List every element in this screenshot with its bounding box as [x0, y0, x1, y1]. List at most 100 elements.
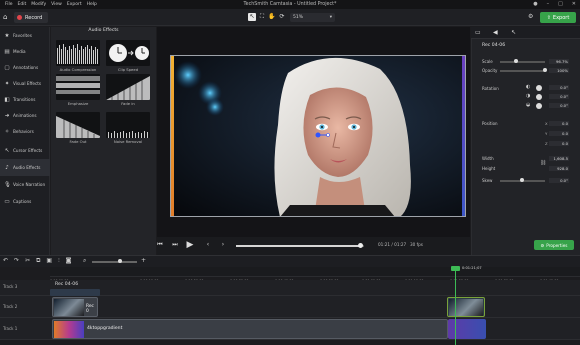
paste-icon[interactable]: ▣ [46, 257, 52, 265]
select-tool-icon[interactable]: ↖ [248, 13, 256, 21]
selected-clip[interactable] [447, 297, 485, 317]
timeline-zoom-slider[interactable] [92, 261, 137, 263]
effect-thumb-emphasize[interactable] [56, 74, 100, 100]
opacity-slider[interactable] [500, 70, 545, 72]
play-icon[interactable]: ▶ [186, 241, 194, 250]
scrub-handle[interactable] [357, 243, 363, 248]
sidebar-item-favorites[interactable]: ★ Favorites [0, 27, 50, 44]
cut-icon[interactable]: ✂ [25, 257, 30, 265]
timeline-zoom-handle[interactable] [118, 259, 122, 263]
skew-value[interactable]: 0.0° [549, 178, 569, 183]
position-x-value[interactable]: 0.0 [549, 121, 569, 126]
properties-button[interactable]: ⚙ Properties [534, 240, 574, 250]
step-forward-icon[interactable]: ⏭ [171, 241, 179, 249]
rotation-z-value[interactable]: 0.0° [549, 85, 569, 90]
minimize-icon[interactable]: – [547, 1, 550, 7]
link-icon[interactable]: ⛓ [540, 160, 546, 166]
split-icon[interactable]: ⫶ [58, 257, 60, 265]
opacity-value[interactable]: 100% [549, 68, 569, 73]
crop-tool-icon[interactable]: ⛶ [258, 13, 266, 21]
sidebar-item-captions[interactable]: ▭ Captions [0, 193, 50, 210]
zoom-value: 51% [293, 15, 304, 20]
rotate-tool-icon[interactable]: ⟳ [278, 13, 286, 21]
visual-properties-tab-icon[interactable]: ▭ [475, 29, 481, 36]
home-icon[interactable]: ⌂ [3, 13, 7, 21]
window-title: TechSmith Camtasia - Untitled Project* [243, 2, 337, 7]
clip-group-bar[interactable] [50, 289, 100, 296]
copy-icon[interactable]: ⧉ [36, 257, 40, 265]
playhead-line[interactable] [455, 268, 456, 345]
record-dot-icon [17, 15, 22, 20]
record-button[interactable]: Record [14, 12, 48, 23]
position-y-value[interactable]: 0.0 [549, 131, 569, 136]
track-label: Track 1 [3, 326, 18, 331]
skew-slider-handle[interactable] [520, 178, 524, 182]
step-back-icon[interactable]: ⏮ [156, 241, 164, 249]
close-icon[interactable]: ✕ [572, 1, 576, 7]
sidebar-item-transitions[interactable]: ◧ Transitions [0, 91, 50, 108]
scale-slider[interactable] [500, 61, 545, 63]
maximize-icon[interactable]: □ [558, 1, 563, 7]
export-icon: ⇪ [546, 14, 551, 21]
panel-title: Audio Effects [88, 28, 119, 33]
sidebar-item-cursor-effects[interactable]: ↖ Cursor Effects [0, 142, 50, 159]
settings-icon[interactable]: ⚙ [528, 13, 533, 20]
opacity-slider-handle[interactable] [543, 68, 547, 72]
width-value[interactable]: 1,608.5 [549, 156, 569, 161]
gradient-clip[interactable]: 4ktoppgradient [52, 319, 448, 339]
video-preview[interactable] [170, 55, 466, 217]
zoom-in-icon[interactable]: + [141, 257, 146, 264]
rotation-y-dial[interactable] [536, 94, 542, 100]
next-icon[interactable]: › [219, 241, 227, 249]
transitions-icon: ◧ [4, 96, 10, 103]
rotation-x-dial[interactable] [536, 103, 542, 109]
waveform-icon [56, 76, 100, 94]
video-frame-image [170, 55, 466, 217]
sidebar-item-label: Behaviors [13, 129, 34, 134]
rotation-y-value[interactable]: 0.0° [549, 94, 569, 99]
playhead-time: 0:01:21;07 [462, 266, 482, 270]
undo-icon[interactable]: ↶ [3, 257, 8, 265]
redo-icon[interactable]: ↷ [14, 257, 19, 265]
star-icon: ★ [4, 32, 10, 39]
video-clip[interactable]: Rec 0 [52, 297, 98, 317]
scale-slider-handle[interactable] [513, 59, 518, 63]
sidebar-item-visual-effects[interactable]: ✦ Visual Effects [0, 75, 50, 92]
gradient-clip-end[interactable] [448, 319, 486, 339]
clip-group-label[interactable]: Rec 04-06 [55, 282, 78, 287]
audio-properties-tab-icon[interactable]: ◀ [493, 29, 498, 36]
account-icon[interactable]: ● [533, 1, 537, 7]
export-button[interactable]: ⇪ Export [540, 12, 576, 23]
sidebar-item-audio-effects[interactable]: ♪ Audio Effects [0, 159, 50, 176]
timeline-ruler[interactable] [50, 267, 580, 277]
rotation-x-value[interactable]: 0.0° [549, 103, 569, 108]
export-label: Export [552, 14, 570, 21]
scale-value[interactable]: 96.7% [549, 59, 569, 64]
position-z-value[interactable]: 0.0 [549, 141, 569, 146]
effect-thumb-clip-speed[interactable] [106, 40, 150, 66]
sidebar: ★ Favorites ▤ Media ▢ Annotations ✦ Visual E… [0, 27, 50, 255]
height-value[interactable]: 928.0 [549, 166, 569, 171]
zoom-out-icon[interactable]: ⌕ [83, 257, 86, 265]
sidebar-item-behaviors[interactable]: ✧ Behaviors [0, 123, 50, 140]
track-label: Track 3 [3, 284, 18, 289]
current-time: 01:21 [378, 242, 391, 247]
sidebar-item-annotations[interactable]: ▢ Annotations [0, 59, 50, 76]
animations-icon: ➜ [4, 112, 10, 119]
effect-thumb-noise-removal[interactable] [106, 112, 150, 138]
sidebar-item-media[interactable]: ▤ Media [0, 43, 50, 60]
pan-tool-icon[interactable]: ✋ [268, 13, 276, 21]
rotation-z-dial[interactable] [536, 85, 542, 91]
opacity-label: Opacity [482, 68, 498, 73]
zoom-select[interactable]: 51% ▾ [290, 13, 335, 22]
previous-icon[interactable]: ‹ [204, 241, 212, 249]
sidebar-item-animations[interactable]: ➜ Animations [0, 107, 50, 124]
behaviors-icon: ✧ [4, 128, 10, 135]
sidebar-item-voice-narration[interactable]: 🎙 Voice Narration [0, 176, 50, 193]
effect-thumb-fade-in[interactable] [106, 74, 150, 100]
effect-thumb-audio-compression[interactable] [56, 40, 100, 66]
effect-thumb-fade-out[interactable] [56, 112, 100, 138]
cursor-properties-tab-icon[interactable]: ↖ [511, 29, 516, 36]
sidebar-item-label: Animations [13, 113, 37, 118]
snapshot-icon[interactable]: ◙ [66, 257, 72, 265]
